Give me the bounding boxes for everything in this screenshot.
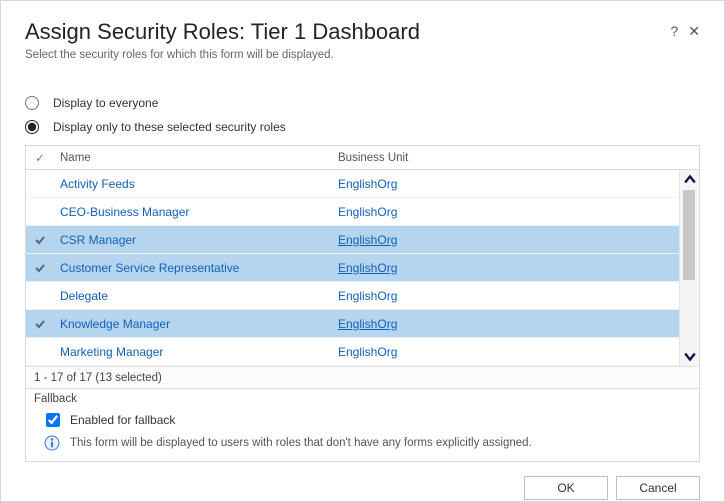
role-name-link[interactable]: Customer Service Representative xyxy=(60,261,239,275)
fallback-title: Fallback xyxy=(34,393,691,405)
fallback-checkbox-label: Enabled for fallback xyxy=(70,413,175,427)
scroll-up-icon[interactable] xyxy=(680,170,700,190)
option-selected-roles-label: Display only to these selected security … xyxy=(53,120,286,134)
titlebar: Assign Security Roles: Tier 1 Dashboard … xyxy=(25,19,700,45)
table-row[interactable]: CSR Manager EnglishOrg xyxy=(26,226,679,254)
scrollbar[interactable] xyxy=(679,170,699,366)
info-icon xyxy=(44,435,60,451)
fallback-checkbox[interactable] xyxy=(46,413,60,427)
scroll-track[interactable] xyxy=(680,190,700,346)
row-check-icon[interactable] xyxy=(26,234,54,246)
dialog-title: Assign Security Roles: Tier 1 Dashboard xyxy=(25,19,670,45)
table-row[interactable]: Customer Service Representative EnglishOr… xyxy=(26,254,679,282)
assign-security-roles-dialog: Assign Security Roles: Tier 1 Dashboard … xyxy=(0,0,725,502)
business-unit-link[interactable]: EnglishOrg xyxy=(338,205,397,219)
business-unit-link[interactable]: EnglishOrg xyxy=(338,261,397,275)
ok-button[interactable]: OK xyxy=(524,476,608,500)
table-body: Activity FeedsEnglishOrgCEO-Business Man… xyxy=(26,170,679,366)
business-unit-link[interactable]: EnglishOrg xyxy=(338,317,397,331)
header-check-icon[interactable]: ✓ xyxy=(26,151,54,165)
option-everyone-label: Display to everyone xyxy=(53,96,158,110)
role-name-link[interactable]: Activity Feeds xyxy=(60,177,135,191)
business-unit-link[interactable]: EnglishOrg xyxy=(338,345,397,359)
role-name-link[interactable]: Delegate xyxy=(60,289,108,303)
header-name[interactable]: Name xyxy=(54,152,332,164)
roles-table: ✓ Name Business Unit Activity Feeds Engli… xyxy=(25,145,700,389)
scroll-thumb[interactable] xyxy=(683,190,695,280)
display-options: Display to everyone Display only to thes… xyxy=(25,91,700,139)
role-name-link[interactable]: Knowledge Manager xyxy=(60,317,170,331)
table-row[interactable]: CEO-Business Manager EnglishOrg xyxy=(26,198,679,226)
dialog-footer: OK Cancel xyxy=(25,462,700,500)
table-row[interactable]: Marketing Manager EnglishOrg xyxy=(26,338,679,366)
fallback-info-text: This form will be displayed to users wit… xyxy=(70,437,532,449)
scroll-down-icon[interactable] xyxy=(680,346,700,366)
help-icon[interactable]: ? xyxy=(670,23,678,40)
option-selected-roles[interactable]: Display only to these selected security … xyxy=(25,115,700,139)
table-row[interactable]: Delegate EnglishOrg xyxy=(26,282,679,310)
role-name-link[interactable]: CSR Manager xyxy=(60,233,136,247)
radio-everyone[interactable] xyxy=(25,96,39,110)
table-row[interactable]: Knowledge Manager EnglishOrg xyxy=(26,310,679,338)
fallback-checkbox-row[interactable]: Enabled for fallback xyxy=(46,409,691,431)
row-check-icon[interactable] xyxy=(26,262,54,274)
role-name-link[interactable]: CEO-Business Manager xyxy=(60,205,189,219)
close-icon[interactable]: ✕ xyxy=(688,23,700,40)
business-unit-link[interactable]: EnglishOrg xyxy=(338,289,397,303)
table-row[interactable]: Activity Feeds EnglishOrg xyxy=(26,170,679,198)
business-unit-link[interactable]: EnglishOrg xyxy=(338,177,397,191)
pager-text: 1 - 17 of 17 (13 selected) xyxy=(26,366,699,388)
business-unit-link[interactable]: EnglishOrg xyxy=(338,233,397,247)
role-name-link[interactable]: Marketing Manager xyxy=(60,345,163,359)
fallback-section: Fallback Enabled for fallback This form … xyxy=(25,389,700,462)
dialog-subtitle: Select the security roles for which this… xyxy=(25,49,700,61)
table-header: ✓ Name Business Unit xyxy=(26,146,699,170)
cancel-button[interactable]: Cancel xyxy=(616,476,700,500)
option-everyone[interactable]: Display to everyone xyxy=(25,91,700,115)
radio-selected-roles[interactable] xyxy=(25,120,39,134)
header-business-unit[interactable]: Business Unit xyxy=(332,152,679,164)
row-check-icon[interactable] xyxy=(26,318,54,330)
